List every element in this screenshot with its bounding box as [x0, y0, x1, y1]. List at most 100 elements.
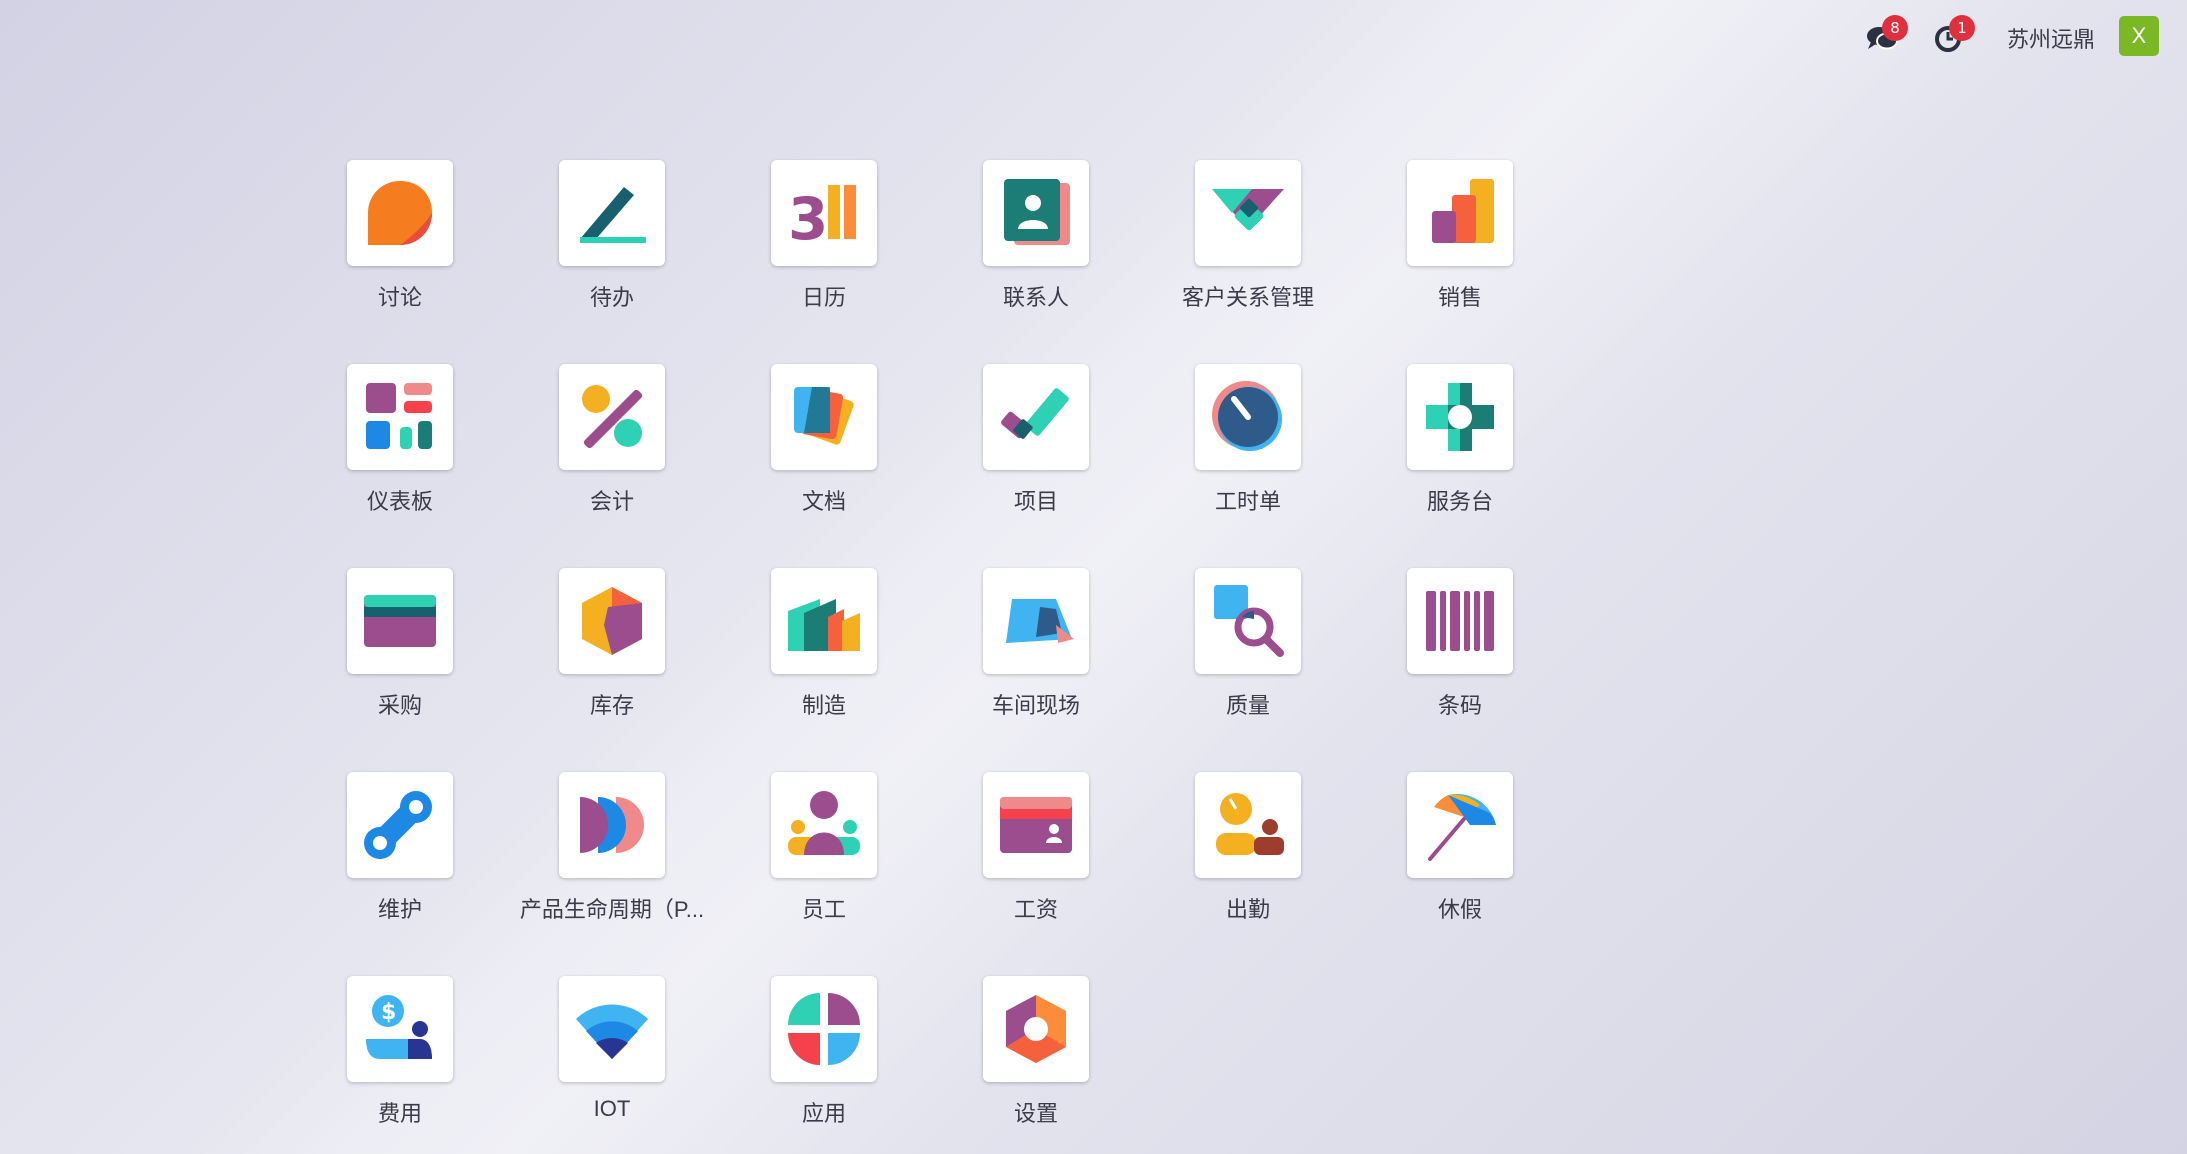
helpdesk-icon	[1426, 383, 1494, 451]
app-label: 会计	[589, 489, 634, 514]
app-label: 待办	[589, 285, 634, 310]
app-tile[interactable]	[559, 160, 665, 266]
app-label: 仪表板	[366, 489, 433, 514]
app-settings[interactable]: 设置	[936, 976, 1136, 1128]
app-tile[interactable]	[347, 364, 453, 470]
app-tile[interactable]	[1195, 772, 1301, 878]
app-tile[interactable]	[559, 976, 665, 1082]
app-todo[interactable]: 待办	[512, 160, 712, 312]
app-project[interactable]: 项目	[936, 364, 1136, 516]
app-tile[interactable]	[771, 568, 877, 674]
app-label: 产品生命周期（P...	[519, 897, 705, 922]
app-apps[interactable]: 应用	[724, 976, 924, 1128]
purchase-icon	[364, 595, 436, 647]
app-shopfloor[interactable]: 车间现场	[936, 568, 1136, 720]
app-employees[interactable]: 员工	[724, 772, 924, 924]
svg-text:3: 3	[788, 185, 828, 253]
app-timeoff[interactable]: 休假	[1360, 772, 1560, 924]
app-label: 日历	[801, 285, 846, 310]
app-tile[interactable]: $	[347, 976, 453, 1082]
attendance-icon	[1216, 793, 1284, 855]
dashboard-icon	[366, 383, 432, 449]
app-helpdesk[interactable]: 服务台	[1360, 364, 1560, 516]
timesheet-icon	[1212, 381, 1282, 451]
app-tile[interactable]	[347, 772, 453, 878]
maintenance-icon	[364, 791, 432, 859]
activities-button[interactable]: 1	[1929, 15, 1975, 58]
todo-icon	[580, 187, 646, 243]
app-tile[interactable]	[983, 364, 1089, 470]
app-tile[interactable]	[1195, 160, 1301, 266]
app-label: 条码	[1437, 693, 1482, 718]
app-tile[interactable]	[1407, 364, 1513, 470]
app-label: 休假	[1437, 897, 1482, 922]
app-label: 讨论	[377, 285, 422, 310]
app-tile[interactable]	[559, 772, 665, 878]
app-tile[interactable]	[559, 568, 665, 674]
app-tile[interactable]	[1407, 160, 1513, 266]
app-barcode[interactable]: 条码	[1360, 568, 1560, 720]
app-maintenance[interactable]: 维护	[300, 772, 500, 924]
app-tile[interactable]	[347, 160, 453, 266]
app-attendance[interactable]: 出勤	[1148, 772, 1348, 924]
app-tile[interactable]	[771, 772, 877, 878]
documents-icon	[794, 387, 854, 445]
app-tile[interactable]: 3	[771, 160, 877, 266]
app-tile[interactable]	[983, 976, 1089, 1082]
app-accounting[interactable]: 会计	[512, 364, 712, 516]
apps-icon	[788, 993, 860, 1065]
iot-icon	[576, 1004, 648, 1059]
svg-text:$: $	[381, 1000, 396, 1025]
app-iot[interactable]: IOT	[512, 976, 712, 1122]
app-label: 设置	[1013, 1101, 1058, 1126]
app-manufacturing[interactable]: 制造	[724, 568, 924, 720]
app-label: 联系人	[1002, 285, 1069, 310]
app-quality[interactable]: 质量	[1148, 568, 1348, 720]
app-label: 员工	[801, 897, 846, 922]
quality-icon	[1214, 585, 1284, 657]
app-tile[interactable]	[1195, 364, 1301, 470]
app-label: 客户关系管理	[1181, 285, 1314, 310]
app-contacts[interactable]: 联系人	[936, 160, 1136, 312]
settings-icon	[1006, 995, 1066, 1063]
app-tile[interactable]	[1407, 772, 1513, 878]
app-discuss[interactable]: 讨论	[300, 160, 500, 312]
app-tile[interactable]	[559, 364, 665, 470]
app-tile[interactable]	[771, 364, 877, 470]
accounting-icon	[582, 385, 643, 449]
employees-icon	[788, 791, 860, 855]
app-calendar[interactable]: 3 日历	[724, 160, 924, 312]
calendar-icon: 3	[788, 185, 856, 253]
app-label: 维护	[377, 897, 422, 922]
company-name[interactable]: 苏州远鼎	[2007, 22, 2095, 54]
app-expenses[interactable]: $ 费用	[300, 976, 500, 1128]
app-tile[interactable]	[983, 772, 1089, 878]
barcode-icon	[1426, 591, 1494, 651]
app-tile[interactable]	[983, 568, 1089, 674]
user-avatar[interactable]: X	[2119, 16, 2159, 56]
messages-badge: 8	[1882, 15, 1908, 41]
app-payroll[interactable]: 工资	[936, 772, 1136, 924]
app-sales[interactable]: 销售	[1360, 160, 1560, 312]
discuss-icon	[368, 181, 432, 245]
app-label: 制造	[801, 693, 846, 718]
app-dashboard[interactable]: 仪表板	[300, 364, 500, 516]
app-label: 工时单	[1214, 489, 1281, 514]
app-crm[interactable]: 客户关系管理	[1148, 160, 1348, 312]
app-documents[interactable]: 文档	[724, 364, 924, 516]
app-label: 库存	[589, 693, 634, 718]
app-tile[interactable]	[347, 568, 453, 674]
expenses-icon: $	[366, 995, 432, 1059]
sales-icon	[1432, 179, 1494, 243]
app-tile[interactable]	[1407, 568, 1513, 674]
app-plm[interactable]: 产品生命周期（P...	[512, 772, 712, 924]
shopfloor-icon	[1006, 599, 1074, 643]
app-timesheet[interactable]: 工时单	[1148, 364, 1348, 516]
app-tile[interactable]	[771, 976, 877, 1082]
app-tile[interactable]	[983, 160, 1089, 266]
messages-button[interactable]: 8	[1862, 15, 1908, 58]
app-inventory[interactable]: 库存	[512, 568, 712, 720]
payroll-icon	[1000, 797, 1072, 853]
app-purchase[interactable]: 采购	[300, 568, 500, 720]
app-tile[interactable]	[1195, 568, 1301, 674]
